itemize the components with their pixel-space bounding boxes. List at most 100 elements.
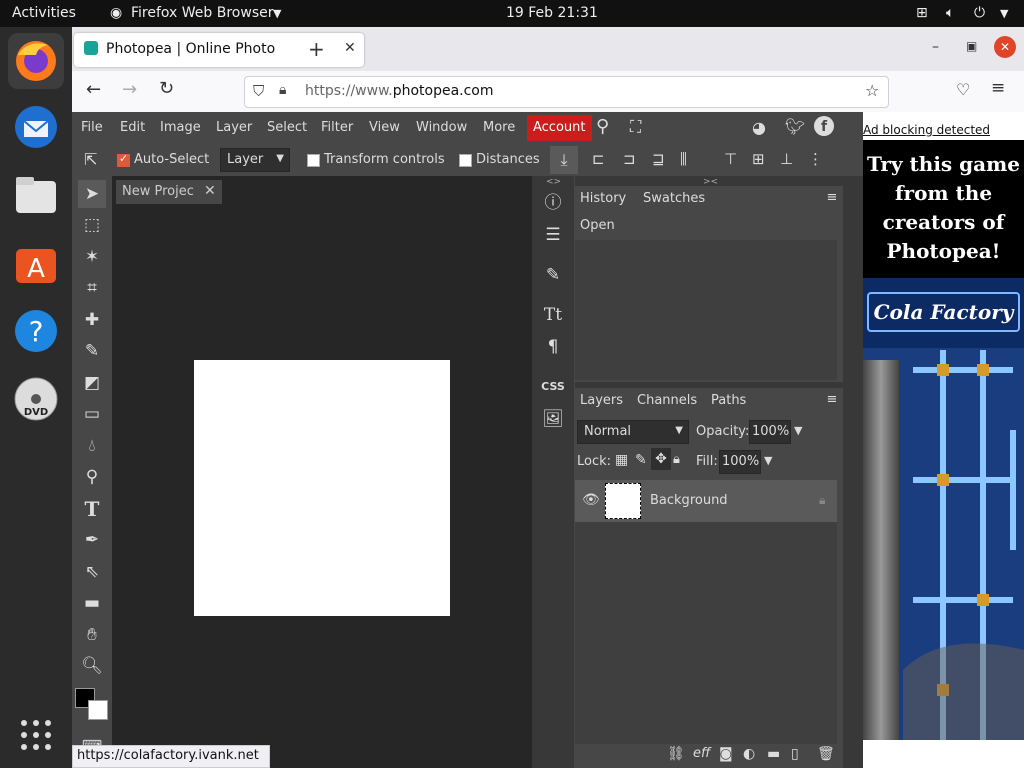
hand-tool-icon[interactable]: ✋︎ (78, 621, 106, 649)
menu-filter[interactable]: Filter (321, 120, 353, 135)
type-tool-icon[interactable]: T (78, 495, 106, 523)
close-document-icon[interactable]: ✕ (204, 183, 216, 199)
background-color-swatch[interactable] (88, 700, 108, 720)
opacity-input[interactable]: 100% (749, 420, 791, 444)
tab-paths[interactable]: Paths (711, 393, 746, 408)
fill-dropdown-icon[interactable]: ▼ (764, 454, 772, 467)
distances-checkbox[interactable] (459, 154, 472, 167)
new-layer-icon[interactable]: ▯ (791, 746, 799, 762)
crop-tool-icon[interactable]: ⌗ (78, 274, 106, 302)
menu-layer[interactable]: Layer (216, 120, 252, 135)
back-icon[interactable]: ← (86, 79, 101, 100)
firefox-dock-icon[interactable] (8, 33, 64, 89)
lock-transparency-icon[interactable]: ▦ (615, 452, 628, 468)
auto-select-target-dropdown[interactable]: Layer ▼ (220, 148, 290, 172)
collapse-arrows-icon[interactable]: <> (546, 177, 561, 187)
software-dock-icon[interactable]: A (8, 235, 64, 291)
close-tab-icon[interactable]: ✕ (344, 40, 356, 56)
distribute-icon[interactable]: ⫼ (680, 150, 687, 168)
reddit-icon[interactable]: ◕ (752, 118, 766, 137)
menu-window[interactable]: Window (416, 120, 467, 135)
align-left-icon[interactable]: ⊏ (592, 150, 605, 168)
document-tab[interactable]: New Projec ✕ (116, 180, 222, 204)
volume-icon[interactable]: 🔈︎ (946, 5, 954, 21)
align-bottom-icon[interactable]: ⊥ (780, 150, 793, 168)
lock-pixels-icon[interactable]: ✎ (635, 452, 647, 468)
pen-tool-icon[interactable]: ✒ (78, 526, 106, 554)
gradient-tool-icon[interactable]: ▭ (78, 400, 106, 428)
tab-layers[interactable]: Layers (580, 393, 623, 408)
shield-icon[interactable]: ⛉ (253, 82, 264, 100)
activities-button[interactable]: Activities (12, 5, 76, 21)
dodge-tool-icon[interactable]: ⚲ (78, 463, 106, 491)
maximize-icon[interactable]: ▣ (966, 39, 977, 53)
fill-input[interactable]: 100% (719, 450, 761, 474)
auto-select-checkbox[interactable] (117, 152, 130, 167)
layer-mask-icon[interactable]: ◙ (719, 746, 733, 762)
link-layers-icon[interactable]: ⛓ (667, 746, 685, 762)
path-select-tool-icon[interactable]: ⇖ (78, 558, 106, 586)
forward-icon[interactable]: → (122, 79, 137, 100)
opacity-dropdown-icon[interactable]: ▼ (794, 424, 802, 437)
bookmark-star-icon[interactable]: ☆ (865, 81, 879, 100)
app-menu[interactable]: Firefox Web Browser (131, 5, 274, 21)
close-window-icon[interactable]: ✕ (994, 36, 1016, 58)
facebook-icon[interactable]: f (814, 116, 834, 136)
blend-mode-dropdown[interactable]: Normal ▼ (577, 420, 689, 444)
menu-edit[interactable]: Edit (120, 120, 145, 135)
dvd-dock-icon[interactable]: DVD (8, 371, 64, 427)
lock-position-icon[interactable]: ✥ (651, 448, 671, 470)
lock-all-icon[interactable]: 🔒︎ (673, 452, 680, 467)
distribute-vertical-icon[interactable]: ⋮ (808, 150, 823, 168)
menu-select[interactable]: Select (267, 120, 307, 135)
align-middle-icon[interactable]: ⊞ (752, 150, 765, 168)
new-group-icon[interactable]: ▬ (767, 746, 780, 762)
paragraph-icon[interactable]: ¶ (538, 332, 568, 362)
history-panel-menu-icon[interactable]: ≡ (822, 188, 842, 208)
minimize-icon[interactable]: – (932, 39, 939, 55)
brush-panel-icon[interactable]: ✎ (538, 260, 568, 290)
menu-view[interactable]: View (369, 120, 400, 135)
eraser-tool-icon[interactable]: ◩ (78, 369, 106, 397)
layers-panel-menu-icon[interactable]: ≡ (822, 390, 842, 410)
fullscreen-icon[interactable]: ⛶ (630, 117, 641, 137)
show-apps-icon[interactable] (8, 707, 64, 763)
hamburger-menu-icon[interactable]: ≡ (991, 78, 1005, 98)
chevron-down-icon[interactable]: ▼ (1000, 7, 1008, 20)
account-button[interactable]: Account (527, 115, 592, 141)
eye-icon[interactable]: 👁︎ (582, 492, 600, 508)
twitter-icon[interactable]: 🐦︎ (785, 117, 805, 136)
search-icon[interactable]: ⚲ (596, 116, 609, 137)
move-tool-icon[interactable]: ➤ (78, 180, 106, 208)
align-right-icon[interactable]: ⊒ (652, 150, 665, 168)
shape-tool-icon[interactable]: ▬ (78, 589, 106, 617)
new-tab-icon[interactable]: + (308, 37, 325, 61)
menu-file[interactable]: File (81, 120, 103, 135)
tab-history[interactable]: History (580, 191, 626, 206)
files-dock-icon[interactable] (8, 167, 64, 223)
css-panel-icon[interactable]: CSS (538, 372, 568, 402)
power-icon[interactable]: ⏻ (974, 5, 985, 21)
network-icon[interactable]: ⊞ (916, 5, 928, 21)
adjustment-layer-icon[interactable]: ◐ (743, 746, 755, 762)
info-icon[interactable]: ⓘ (538, 188, 568, 218)
layer-effects-icon[interactable]: eff (693, 746, 710, 761)
adjustments-icon[interactable]: ☰ (538, 220, 568, 250)
layer-row[interactable]: 👁︎ Background 🔒︎ (575, 480, 837, 522)
document-canvas[interactable] (194, 360, 450, 616)
lock-icon[interactable]: 🔒︎ (279, 82, 286, 98)
align-top-icon[interactable]: ⊤ (724, 150, 737, 168)
tab-channels[interactable]: Channels (637, 393, 697, 408)
delete-layer-icon[interactable]: 🗑︎ (817, 746, 835, 762)
reload-icon[interactable]: ↻ (159, 78, 174, 99)
blur-tool-icon[interactable]: 💧︎ (78, 432, 106, 460)
tab-swatches[interactable]: Swatches (643, 191, 705, 206)
thunderbird-dock-icon[interactable] (8, 99, 64, 155)
zoom-tool-icon[interactable]: 🔍︎ (78, 652, 106, 680)
help-dock-icon[interactable]: ? (8, 303, 64, 359)
image-panel-icon[interactable]: 🖼︎ (538, 404, 568, 434)
download-icon[interactable]: ⤓ (550, 146, 578, 174)
pocket-icon[interactable]: ♡ (956, 80, 970, 99)
brush-tool-icon[interactable]: ✎ (78, 337, 106, 365)
menu-image[interactable]: Image (160, 120, 201, 135)
